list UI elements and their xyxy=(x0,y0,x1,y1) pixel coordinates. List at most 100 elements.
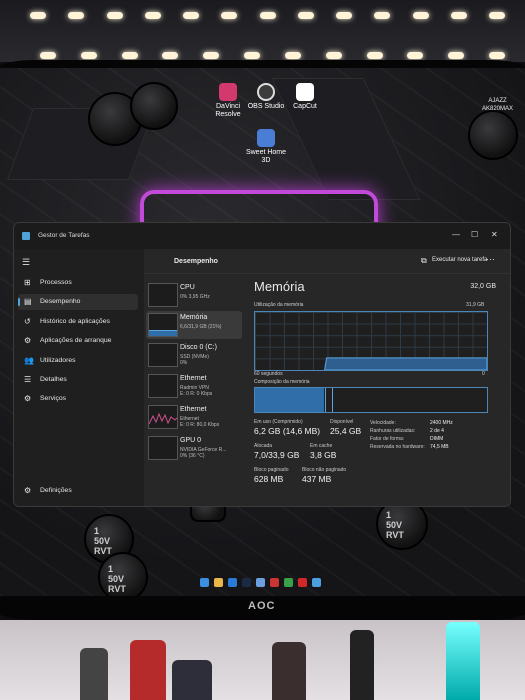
stat-label: Em uso (Comprimido) xyxy=(254,419,303,425)
capacitor xyxy=(468,110,518,160)
davinci-icon xyxy=(219,83,237,101)
stat-label: Em cache xyxy=(310,443,333,449)
device-name: Ethernet xyxy=(180,406,207,413)
hamburger-menu-icon[interactable]: ☰ xyxy=(22,257,30,268)
task-manager-taskbar-icon[interactable] xyxy=(312,577,321,587)
more-options-button[interactable]: ··· xyxy=(486,254,495,264)
window-title: Gestor de Tarefas xyxy=(38,232,90,239)
sidebar-item-label: Aplicações de arranque xyxy=(40,337,112,344)
sidebar-item-app-history[interactable]: ↺ Histórico de aplicações xyxy=(18,314,138,330)
page-title: Desempenho xyxy=(174,258,218,265)
device-sub: Ethernet E: 0 R: 80,0 Kbps xyxy=(180,416,220,428)
sidebar-item-settings[interactable]: ⚙ Definições xyxy=(18,483,138,499)
ethernet-thumbnail xyxy=(148,405,178,429)
task-manager-app-icon xyxy=(22,232,30,240)
device-sub: SSD (NVMe) 0% xyxy=(180,354,209,366)
stat-value: 6,2 GB (14,6 MB) xyxy=(254,426,321,436)
opera-icon[interactable] xyxy=(298,577,307,587)
sidebar-item-services[interactable]: ⚙ Serviços xyxy=(18,391,138,407)
start-icon[interactable] xyxy=(200,577,209,587)
sidebar-item-startup-apps[interactable]: ⚙ Aplicações de arranque xyxy=(18,333,138,349)
capacitor xyxy=(130,82,178,130)
sweethome-icon xyxy=(257,129,275,147)
desktop-icon-capcut[interactable]: CapCut xyxy=(278,83,332,111)
shelf xyxy=(0,620,525,700)
desktop-icon-sweethome[interactable]: Sweet Home 3D xyxy=(239,129,293,165)
hardware-key: Reservada no hardware: xyxy=(370,444,425,450)
taskbar xyxy=(200,575,340,589)
sidebar-item-processes[interactable]: ⊞ Processos xyxy=(18,275,138,291)
gpu-thumbnail xyxy=(148,436,178,460)
composition-label: Composição da memória xyxy=(254,379,310,385)
desktop-icon-label: Sweet Home 3D xyxy=(245,149,287,164)
desktop-icon-label: CapCut xyxy=(293,103,317,110)
ethernet-thumbnail xyxy=(148,374,178,398)
figure xyxy=(350,630,374,700)
hardware-key: Fator de forma: xyxy=(370,436,405,442)
history-icon: ↺ xyxy=(24,317,31,326)
device-cpu[interactable]: CPU 0% 3,95 GHz xyxy=(146,281,242,309)
stat-label: Bloco não paginado xyxy=(302,467,347,473)
device-ethernet-vpn[interactable]: Ethernet Radmin VPN E: 0 R: 0 Kbps xyxy=(146,372,242,400)
memory-total: 32,0 GB xyxy=(470,283,496,290)
memory-title: Memória xyxy=(254,279,305,294)
stat-value: 7,0/33,9 GB xyxy=(254,450,300,460)
services-icon: ⚙ xyxy=(24,394,32,403)
figure xyxy=(80,648,108,700)
sidebar-item-users[interactable]: 👥 Utilizadores xyxy=(18,353,138,369)
device-gpu[interactable]: GPU 0 NVIDIA GeForce R... 0% (36 °C) xyxy=(146,434,242,462)
file-explorer-icon[interactable] xyxy=(214,577,223,587)
maximize-icon[interactable]: ☐ xyxy=(471,230,478,239)
disk-thumbnail xyxy=(148,343,178,367)
startup-icon: ⚙ xyxy=(24,336,32,345)
run-new-task-button[interactable]: Executar nova tarefa xyxy=(432,257,487,263)
ceiling-lights xyxy=(30,12,505,20)
stat-paged: Bloco paginado 628 MB xyxy=(254,467,288,484)
device-sub: 0% 3,95 GHz xyxy=(180,294,210,300)
monitor-logo: AOC xyxy=(248,600,276,612)
task-manager-window: Gestor de Tarefas — ☐ ✕ ☰ ⊞ Processos ▤ … xyxy=(13,222,511,507)
sidebar-item-label: Utilizadores xyxy=(40,357,76,364)
usage-graph-svg xyxy=(324,357,487,370)
minimize-icon[interactable]: — xyxy=(452,230,460,239)
discord-icon[interactable] xyxy=(256,577,265,587)
run-task-icon: ⧉ xyxy=(421,256,427,265)
sidebar-item-details[interactable]: ☰ Detalhes xyxy=(18,372,138,388)
capcut-icon xyxy=(296,83,314,101)
stat-value: 628 MB xyxy=(254,474,284,484)
hardware-key: Velocidade: xyxy=(370,420,396,426)
figure xyxy=(172,660,212,700)
figure xyxy=(272,642,306,700)
ceiling xyxy=(0,0,525,62)
device-name: Memória xyxy=(180,314,208,321)
close-icon[interactable]: ✕ xyxy=(491,230,498,239)
device-ethernet[interactable]: Ethernet Ethernet E: 0 R: 80,0 Kbps xyxy=(146,403,242,431)
desktop-icon-label: DaVinci Resolve xyxy=(215,103,241,118)
steam-icon[interactable] xyxy=(242,577,251,587)
device-name: GPU 0 xyxy=(180,437,202,444)
light-column xyxy=(446,622,480,700)
brand-text: AJAZZ AK820MAX xyxy=(482,98,514,112)
hardware-value: 74,5 MB xyxy=(430,444,449,450)
stat-value: 25,4 GB xyxy=(330,426,362,436)
stat-value: 437 MB xyxy=(302,474,332,484)
device-sub: 6,6/31,9 GB (21%) xyxy=(180,324,222,330)
time-label: 60 segundos xyxy=(254,371,283,377)
store-icon[interactable] xyxy=(228,577,237,587)
browser-icon[interactable] xyxy=(270,577,279,587)
sidebar-item-performance[interactable]: ▤ Desempenho xyxy=(18,294,138,310)
sidebar-item-label: Desempenho xyxy=(40,298,81,305)
gear-icon: ⚙ xyxy=(24,486,32,495)
composition-divider xyxy=(331,388,333,412)
memory-usage-graph xyxy=(254,311,488,371)
device-memory[interactable]: Memória 6,6/31,9 GB (21%) xyxy=(146,311,242,339)
stat-cached: Em cache 3,8 GB xyxy=(310,443,336,460)
xbox-icon[interactable] xyxy=(284,577,293,587)
obs-icon xyxy=(257,83,275,101)
device-name: Ethernet xyxy=(180,375,207,382)
device-disk[interactable]: Disco 0 (C:) SSD (NVMe) 0% xyxy=(146,341,242,369)
usage-label: Utilização da memória xyxy=(254,302,304,308)
stat-in-use: Em uso (Comprimido) 6,2 GB (14,6 MB) xyxy=(254,419,320,436)
stat-value: 3,8 GB xyxy=(310,450,337,460)
sidebar-item-label: Histórico de aplicações xyxy=(40,318,110,325)
